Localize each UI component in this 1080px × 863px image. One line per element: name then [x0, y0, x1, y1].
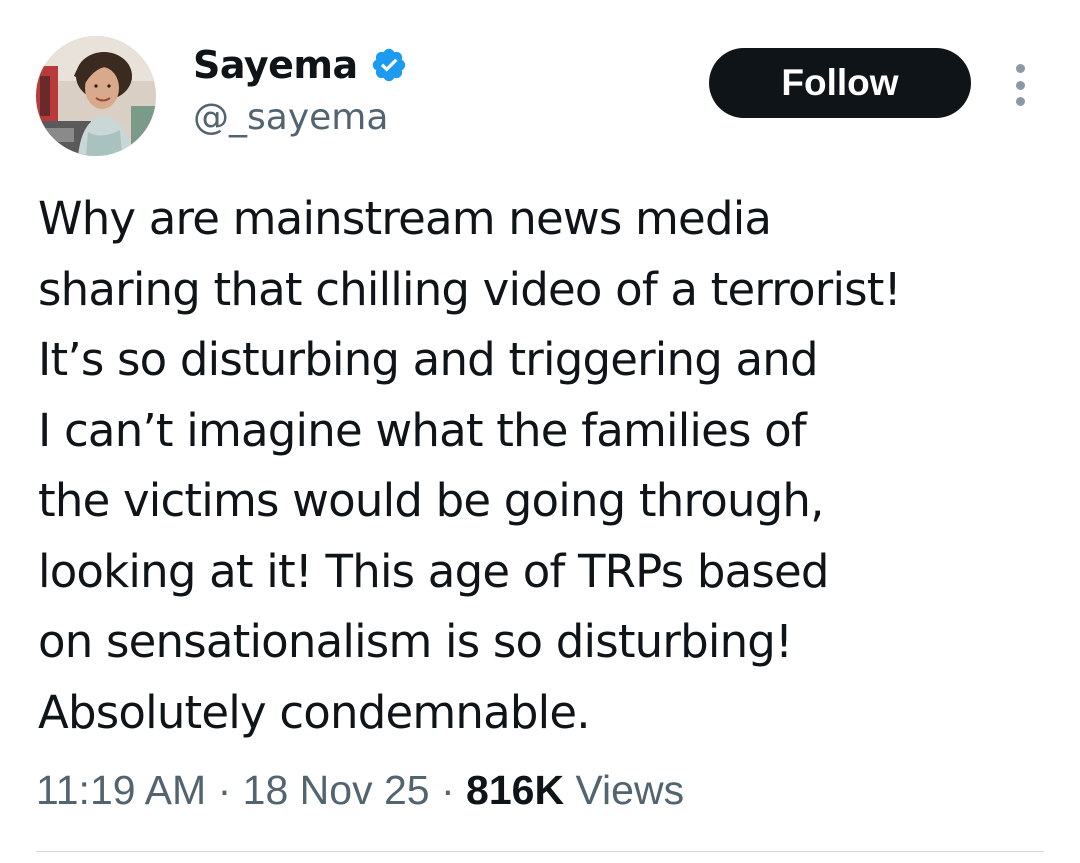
views-label: Views — [575, 767, 685, 813]
tweet-date[interactable]: 18 Nov 25 — [243, 767, 430, 813]
tweet-text-line: Absolutely condemnable. — [38, 685, 591, 739]
views-count[interactable]: 816K — [466, 767, 564, 813]
more-options-icon[interactable] — [1004, 60, 1036, 110]
author-name-row[interactable]: Sayema — [193, 40, 408, 90]
tweet-text-line: I can’t imagine what the families of — [38, 403, 807, 457]
more-dot — [1015, 64, 1025, 73]
tweet-text-line: sharing that chilling video of a terrori… — [38, 262, 902, 316]
author-display-name[interactable]: Sayema — [193, 40, 358, 90]
more-dot — [1015, 97, 1025, 106]
tweet-meta: 11:19 AM · 18 Nov 25 · 816K Views — [36, 762, 684, 818]
avatar[interactable] — [36, 36, 156, 156]
divider — [36, 851, 1044, 852]
tweet-text: Why are mainstream news media sharing th… — [38, 184, 1048, 748]
verified-badge-icon — [372, 48, 405, 82]
tweet-time[interactable]: 11:19 AM — [36, 767, 206, 813]
tweet-text-line: on sensationalism is so disturbing! — [38, 615, 793, 668]
more-dot — [1015, 80, 1025, 90]
tweet-text-line: Why are mainstream news media — [38, 192, 772, 245]
avatar-photo — [36, 36, 156, 156]
tweet-text-line: It’s so disturbing and triggering and — [38, 333, 819, 386]
tweet-text-line: the victims would be going through, — [38, 474, 824, 527]
tweet-text-line: looking at it! This age of TRPs based — [38, 544, 829, 598]
author-handle[interactable]: @_sayema — [193, 96, 388, 140]
follow-button[interactable]: Follow — [709, 48, 971, 118]
meta-separator: · — [217, 767, 232, 813]
meta-separator: · — [440, 767, 455, 813]
